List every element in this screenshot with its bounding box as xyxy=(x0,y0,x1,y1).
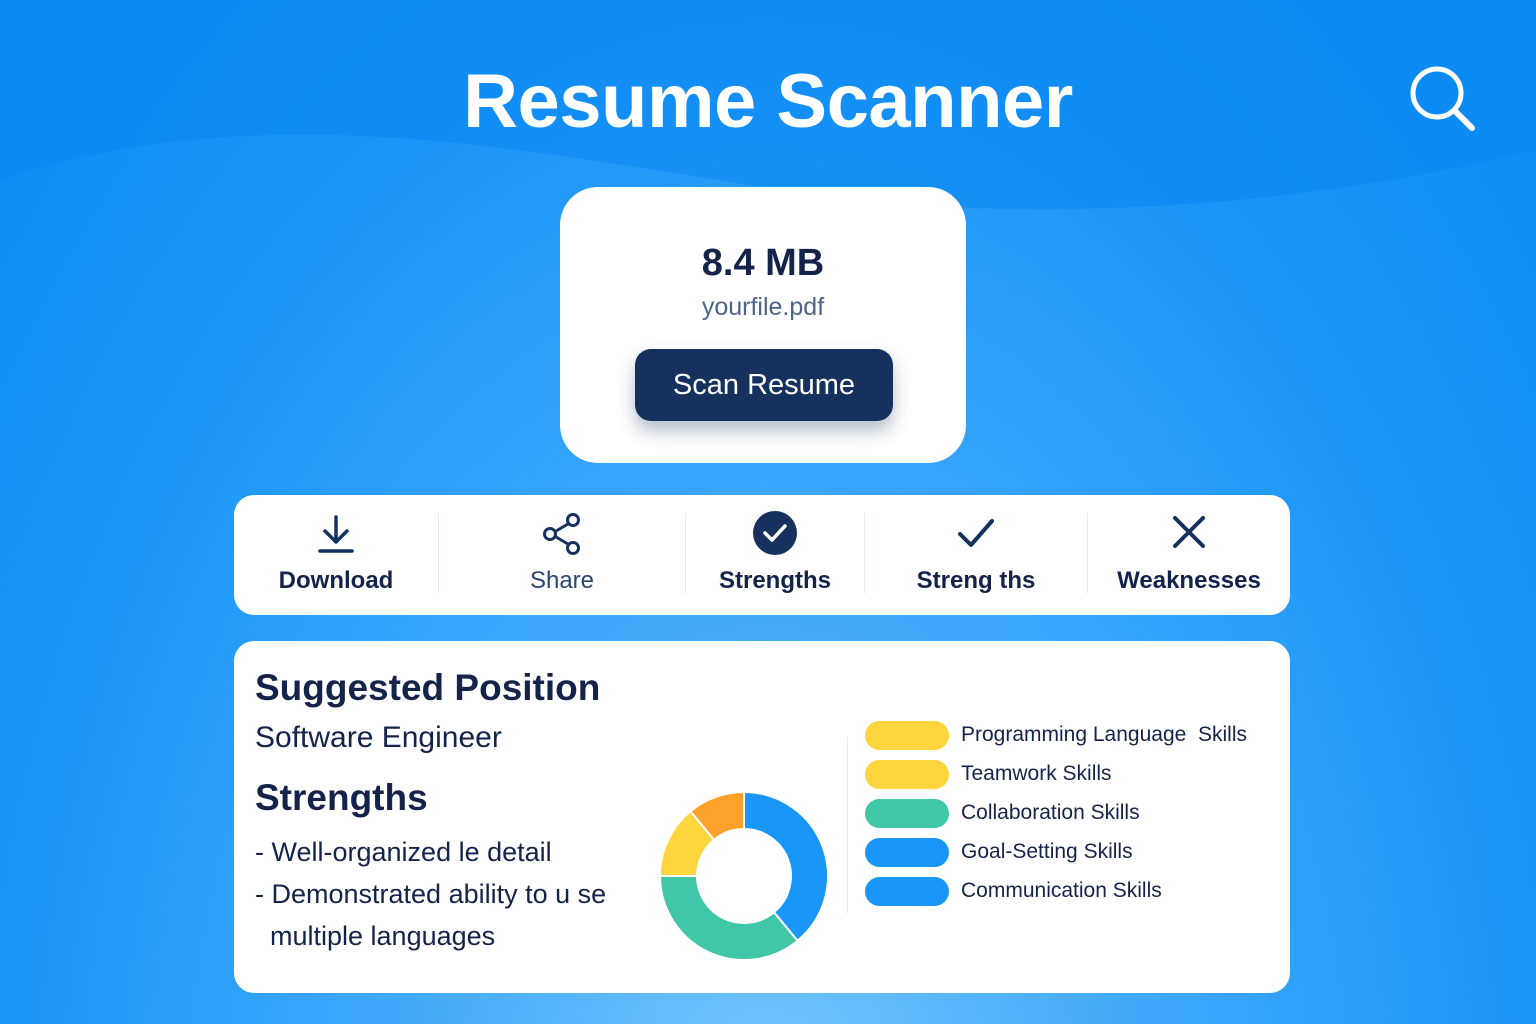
legend-swatch xyxy=(865,799,949,828)
strength-item: - Demonstrated ability to u se multiple … xyxy=(255,879,607,951)
page-title: Resume Scanner xyxy=(463,59,1073,144)
legend-label: Teamwork Skills xyxy=(961,762,1112,785)
share-button[interactable]: Share xyxy=(439,495,685,615)
legend-swatch xyxy=(865,838,949,867)
close-icon xyxy=(1173,516,1205,548)
download-button[interactable]: Download xyxy=(234,495,438,615)
legend-label: Goal-Setting Skills xyxy=(961,840,1133,863)
download-icon xyxy=(318,515,354,553)
file-name: yourfile.pdf xyxy=(701,293,825,321)
strengths-heading: Strengths xyxy=(255,777,428,818)
search-button[interactable] xyxy=(1404,60,1482,138)
legend-label: Communication Skills xyxy=(961,879,1162,902)
legend-label: Collaboration Skills xyxy=(961,801,1140,824)
checkmark-icon xyxy=(958,519,994,547)
legend-swatch xyxy=(865,721,949,750)
share-icon xyxy=(543,513,580,555)
donut-segment xyxy=(743,790,829,943)
legend-swatch xyxy=(865,760,949,789)
check-circle-icon xyxy=(753,511,797,555)
suggested-position-heading: Suggested Position xyxy=(255,667,601,708)
weaknesses-label: Weaknesses xyxy=(1117,567,1261,594)
chart-divider xyxy=(847,737,848,913)
legend-swatch xyxy=(865,877,949,906)
upload-card: 8.4 MB yourfile.pdf Scan Resume xyxy=(560,187,966,463)
share-label: Share xyxy=(529,567,595,594)
strengths-alt-button[interactable]: Streng ths xyxy=(865,495,1087,615)
strength-item: - Well-organized le detail xyxy=(255,837,552,867)
strengths-list: - Well-organized le detail - Demonstrate… xyxy=(255,831,650,957)
search-icon xyxy=(1410,66,1475,131)
file-size: 8.4 MB xyxy=(701,242,825,284)
action-toolbar: Download Share Strengths Streng ths Weak… xyxy=(234,495,1290,615)
skills-donut-chart xyxy=(658,790,829,961)
legend-label: Programming Language Skills xyxy=(961,723,1247,746)
suggested-position-value: Software Engineer xyxy=(255,721,502,754)
results-card: Suggested Position Software Engineer Str… xyxy=(234,641,1290,993)
download-label: Download xyxy=(278,567,394,594)
strengths-button[interactable]: Strengths xyxy=(686,495,864,615)
weaknesses-button[interactable]: Weaknesses xyxy=(1088,495,1290,615)
strengths-label: Strengths xyxy=(718,567,831,594)
scan-resume-button[interactable]: Scan Resume xyxy=(635,349,893,421)
strengths-alt-label: Streng ths xyxy=(916,567,1036,594)
donut-segment xyxy=(658,875,799,961)
